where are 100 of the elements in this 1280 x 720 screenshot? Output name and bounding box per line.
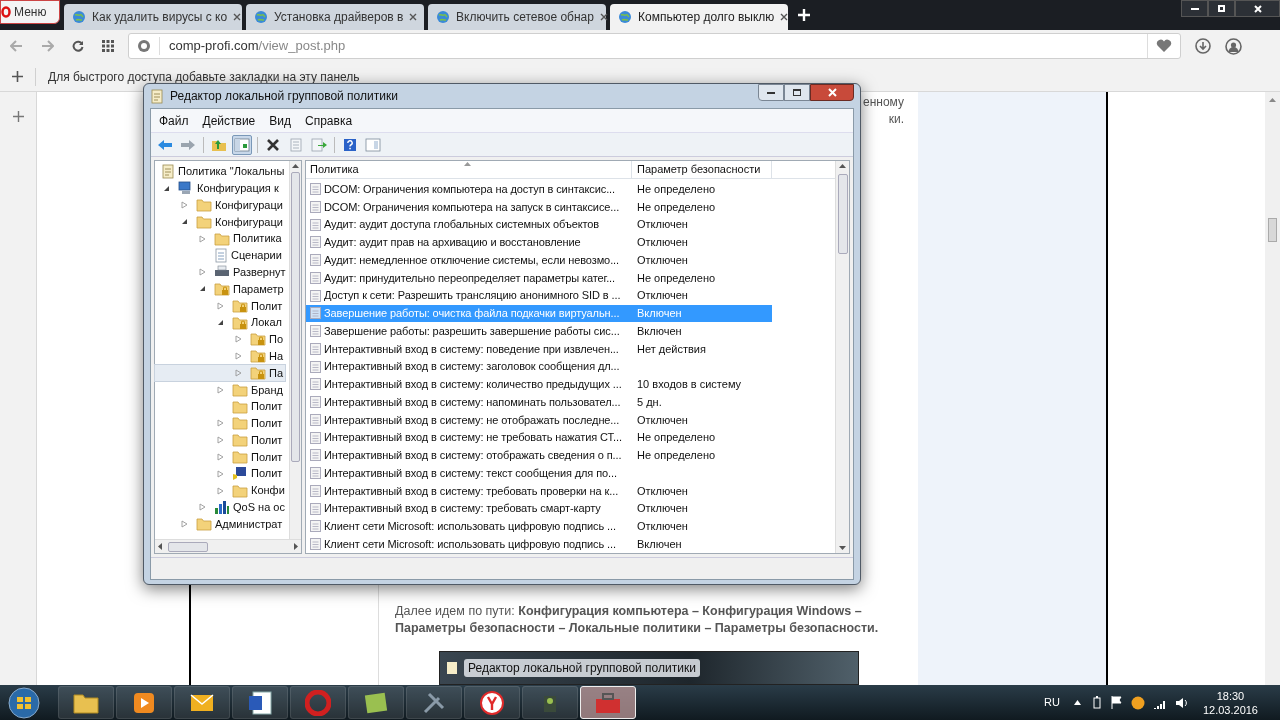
tree-item[interactable]: По (155, 330, 286, 348)
download-icon[interactable] (1195, 38, 1211, 54)
menu-button[interactable]: Меню (0, 0, 60, 24)
tree-item[interactable]: Полит (155, 448, 285, 466)
policy-row[interactable]: Интерактивный вход в систему: отображать сведения о п... Не определено (306, 446, 772, 465)
user-icon[interactable] (1225, 37, 1242, 55)
browser-tab[interactable]: Установка драйверов в (246, 4, 424, 30)
scroll-up-icon[interactable] (292, 164, 299, 168)
menu-item[interactable]: Вид (269, 111, 291, 130)
language-indicator[interactable]: RU (1044, 694, 1060, 711)
tree-item[interactable]: Сценарии (155, 247, 284, 264)
collapse-arrow-icon[interactable] (181, 218, 188, 226)
tree-item[interactable]: Полит (155, 431, 285, 449)
policy-row[interactable]: Интерактивный вход в систему: поведение при извлечен... Нет действия (306, 340, 772, 358)
scroll-right-icon[interactable] (294, 543, 298, 550)
close-icon[interactable] (599, 13, 608, 21)
taskbar-app[interactable] (580, 686, 636, 719)
minimize-button[interactable] (758, 84, 784, 101)
policy-row[interactable]: Клиент сети Microsoft: использовать цифровую подпись ... Отключен (306, 517, 772, 536)
policy-row[interactable]: Интерактивный вход в систему: не отображать последне... Отключен (306, 411, 772, 429)
policy-row[interactable]: Аудит: аудит прав на архивацию и восстановление Отключен (306, 233, 772, 252)
clock-time[interactable]: 18:30 (1216, 688, 1245, 703)
restore-button[interactable] (1208, 0, 1235, 17)
tree-item[interactable]: Па (155, 364, 286, 382)
menu-item[interactable]: Файл (159, 111, 189, 130)
tree-item[interactable]: Администрат (155, 515, 285, 533)
policy-row[interactable]: Интерактивный вход в систему: требовать смарт-карту Отключен (306, 499, 772, 518)
new-tab-icon[interactable] (798, 9, 810, 21)
list-scrollbar[interactable] (835, 161, 849, 553)
close-button[interactable] (810, 84, 854, 101)
policy-row[interactable]: Интерактивный вход в систему: напоминать пользовател... 5 дн. (306, 393, 772, 411)
minimize-button[interactable] (1181, 0, 1208, 17)
policy-row[interactable]: Доступ к сети: Разрешить трансляцию анонимного SID в ... Отключен (306, 286, 772, 305)
menu-item[interactable]: Действие (202, 111, 256, 130)
policy-row[interactable]: Завершение работы: разрешить завершение работы сис... Включен (306, 322, 772, 340)
tree-item[interactable]: Полит (155, 465, 285, 483)
reload-icon[interactable] (72, 40, 84, 52)
tree-scrollbar[interactable] (289, 161, 301, 539)
maximize-button[interactable] (784, 84, 810, 101)
policy-row[interactable]: Аудит: принудительно переопределяет параметры катег... Не определено (306, 269, 772, 287)
collapse-arrow-icon[interactable] (217, 319, 224, 327)
collapse-arrow-icon[interactable] (199, 285, 206, 293)
scroll-down-icon[interactable] (839, 546, 846, 550)
menu-item[interactable]: Справка (305, 111, 353, 130)
scroll-thumb[interactable] (1268, 218, 1277, 242)
scroll-up-icon[interactable] (1269, 98, 1276, 102)
policy-row[interactable]: Интерактивный вход в систему: не требовать нажатия СТ... Не определено (306, 428, 772, 447)
status-circle-icon[interactable] (1130, 695, 1145, 710)
plus-icon[interactable] (12, 111, 24, 122)
scroll-thumb[interactable] (837, 174, 848, 254)
computer-icon (178, 181, 194, 196)
page-scrollbar[interactable] (1265, 92, 1280, 685)
tree-item[interactable]: QoS на ос (155, 498, 287, 516)
tree-horizontal-scrollbar[interactable] (155, 539, 301, 553)
tree-item[interactable]: Политика "Локальны (155, 163, 287, 180)
browser-tab[interactable]: Компьютер долго выклю (610, 4, 788, 30)
browser-tab[interactable]: Включить сетевое обнар (428, 4, 606, 30)
start-orb-icon[interactable] (8, 686, 40, 719)
clock-date[interactable]: 12.03.2016 (1202, 702, 1258, 717)
speaker-icon[interactable] (1174, 696, 1189, 709)
policy-icon (310, 467, 321, 480)
policy-row[interactable]: Клиент сети Microsoft: использовать цифровую подпись ... Включен (306, 535, 772, 553)
heart-icon[interactable] (1156, 39, 1172, 53)
flag-icon[interactable] (1110, 696, 1123, 709)
plus-icon[interactable] (12, 71, 23, 82)
policy-row[interactable]: Аудит: аудит доступа глобальных системных объектов Отключен (306, 215, 772, 234)
browser-tab[interactable]: Как удалить вирусы с ко (64, 4, 242, 30)
tree-item[interactable]: Политика (155, 230, 284, 247)
policy-row[interactable]: Интерактивный вход в систему: текст сообщения для по... (306, 464, 772, 482)
collapse-arrow-icon[interactable] (163, 184, 170, 192)
policy-row[interactable]: DCOM: Ограничения компьютера на доступ в синтаксис... Не определено (306, 180, 772, 198)
policy-row[interactable]: Интерактивный вход в систему: требовать проверки на к... Отключен (306, 482, 772, 500)
policy-row[interactable]: DCOM: Ограничения компьютера на запуск в синтаксисе... Не определено (306, 198, 772, 216)
tree-item[interactable]: Полит (155, 297, 285, 315)
close-icon[interactable] (780, 13, 789, 21)
tree-item[interactable]: Полит (155, 414, 285, 432)
column-header[interactable]: Параметр безопасности (632, 161, 772, 179)
scroll-left-icon[interactable] (158, 543, 162, 550)
policy-row[interactable]: Интерактивный вход в систему: заголовок сообщения дл... (306, 357, 772, 376)
scroll-thumb[interactable] (291, 172, 300, 462)
policy-row[interactable]: Аудит: немедленное отключение системы, если невозмо... Отключен (306, 251, 772, 269)
tree-item[interactable]: Конфигураци (155, 213, 285, 231)
tree-item[interactable]: Локал (155, 314, 284, 331)
tree-item[interactable]: Конфи (155, 482, 287, 499)
scroll-thumb[interactable] (168, 541, 208, 552)
tree-item[interactable]: Параметр (155, 280, 286, 298)
tree-item[interactable]: Конфигурация к (155, 179, 281, 197)
tree-item[interactable]: Конфигураци (155, 196, 285, 214)
tree-item[interactable]: Полит (155, 398, 285, 415)
scroll-up-icon[interactable] (839, 164, 846, 168)
column-header[interactable]: Политика (306, 161, 632, 179)
tree-item[interactable]: На (155, 347, 286, 365)
tree-item[interactable]: Развернут (155, 263, 288, 281)
address-field[interactable]: comp-profi.com/view_post.php (128, 33, 1181, 59)
close-button[interactable] (1235, 0, 1280, 17)
policy-row[interactable]: Интерактивный вход в систему: количество предыдущих ... 10 входов в систему (306, 375, 772, 394)
battery-icon[interactable] (1092, 696, 1101, 709)
tree-item[interactable]: Бранд (155, 381, 285, 399)
grid-icon[interactable] (102, 40, 114, 52)
tray-arrow-icon[interactable] (1073, 700, 1081, 705)
